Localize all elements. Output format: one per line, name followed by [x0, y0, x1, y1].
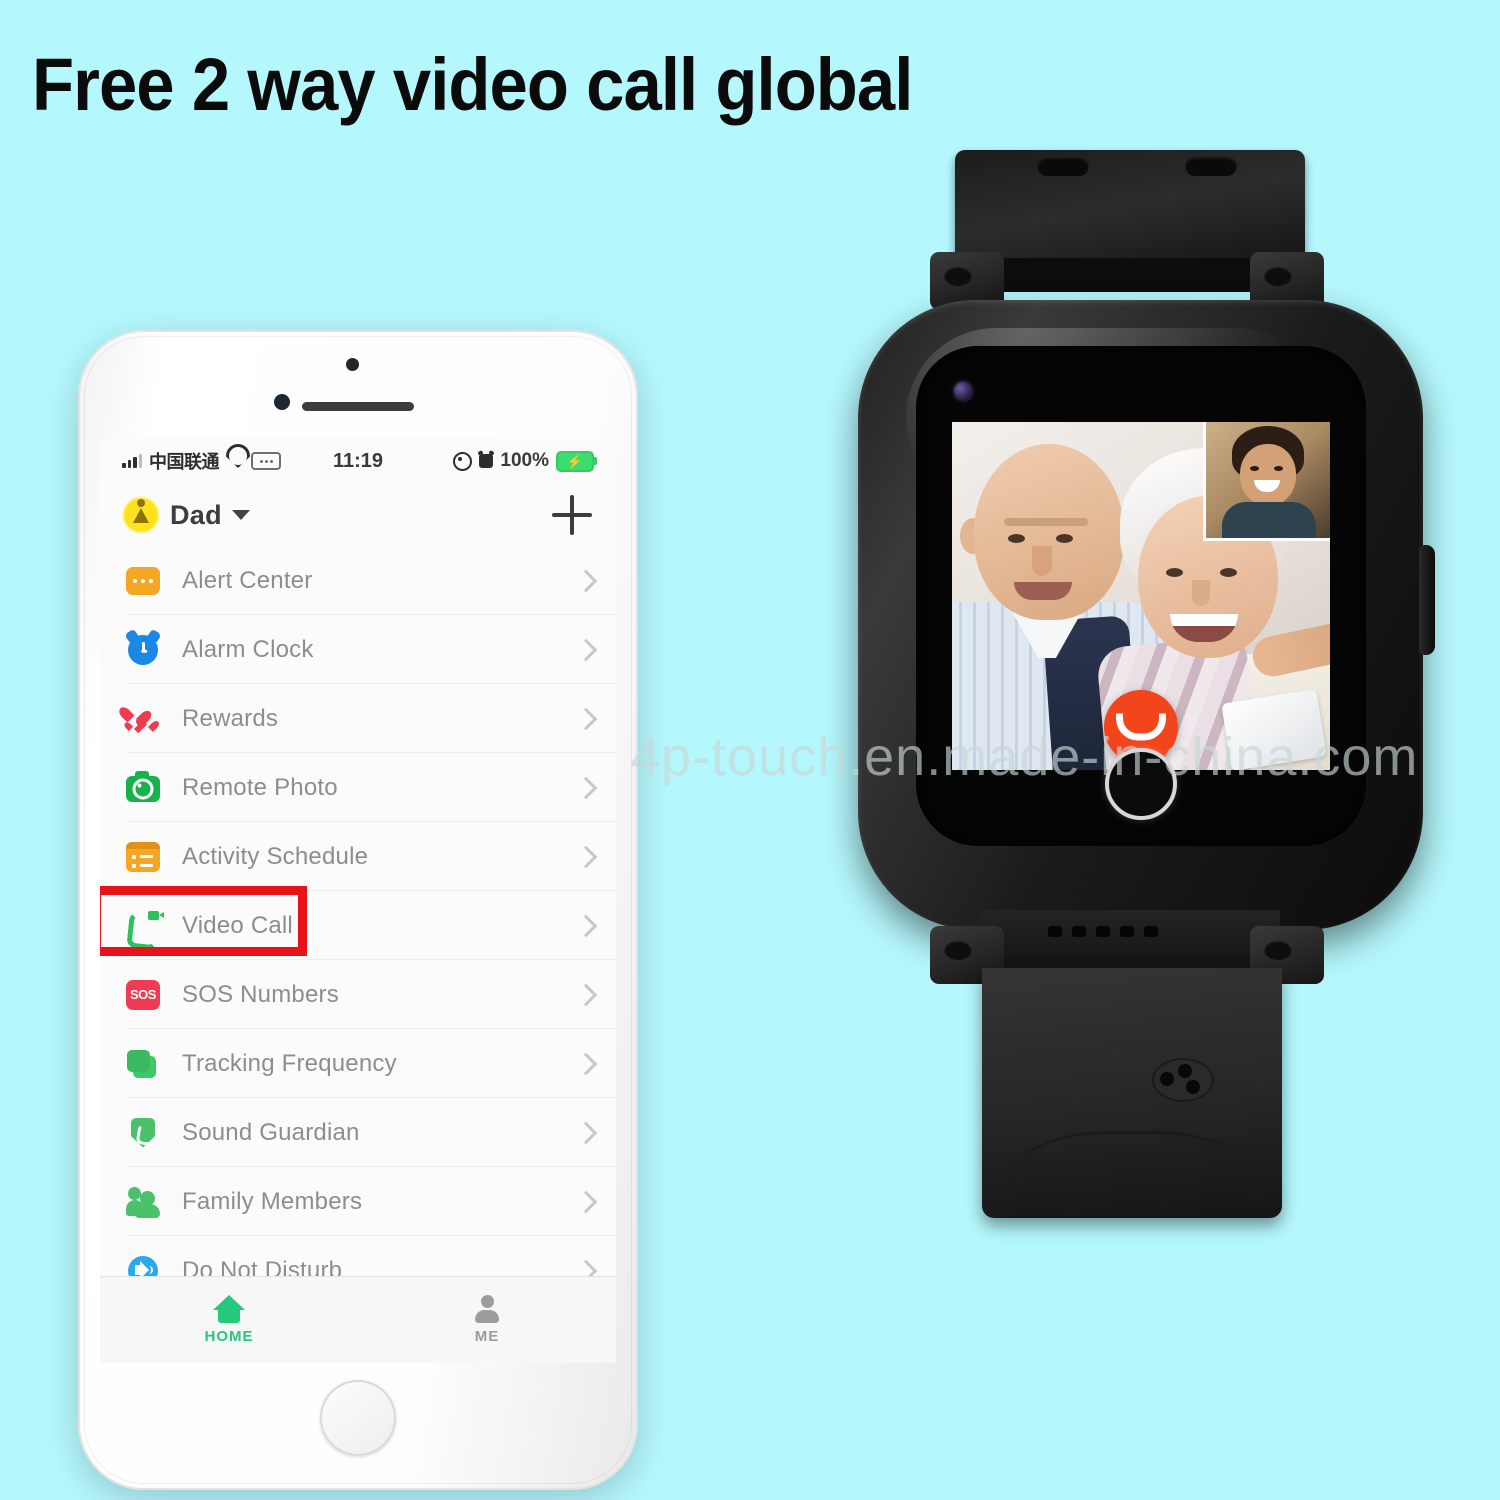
chevron-right-icon	[574, 845, 598, 868]
bottom-tab-bar: HOME ME	[100, 1276, 616, 1363]
menu-item-tracking-frequency[interactable]: Tracking Frequency	[100, 1029, 616, 1098]
menu-item-alarm-clock[interactable]: Alarm Clock	[100, 615, 616, 684]
chevron-right-icon	[574, 569, 598, 592]
battery-percent-label: 100%	[500, 450, 549, 471]
menu-item-label: Rewards	[182, 704, 279, 732]
proximity-sensor-icon	[346, 358, 359, 371]
watch-side-button[interactable]	[1419, 545, 1435, 655]
status-bar-right: 100% ⚡	[453, 450, 597, 472]
menu-item-family-members[interactable]: Family Members	[100, 1167, 616, 1236]
menu-item-rewards[interactable]: Rewards	[100, 684, 616, 753]
earpiece-speaker	[302, 402, 414, 411]
phone-home-button[interactable]	[320, 1380, 396, 1456]
alarm-icon	[479, 454, 494, 468]
stacked-cards-icon	[126, 1047, 160, 1081]
menu-item-alert-center[interactable]: Alert Center	[100, 546, 616, 615]
avatar[interactable]	[124, 498, 158, 532]
menu-item-label: Tracking Frequency	[182, 1049, 397, 1077]
page-title: Free 2 way video call global	[32, 43, 913, 126]
chevron-right-icon	[574, 1190, 598, 1213]
tab-home[interactable]: HOME	[100, 1295, 358, 1345]
calendar-icon	[126, 840, 160, 874]
status-bar: 中国联通 11:19 100% ⚡	[100, 438, 616, 484]
watch-case	[858, 300, 1435, 930]
house-icon	[213, 1295, 245, 1323]
phone-mockup: 中国联通 11:19 100% ⚡ Dad Alert Center Alarm…	[78, 330, 638, 1490]
young-man-photo[interactable]	[1203, 422, 1330, 541]
chevron-right-icon	[574, 983, 598, 1006]
video-call-screen	[952, 422, 1330, 770]
menu-item-remote-photo[interactable]: Remote Photo	[100, 753, 616, 822]
menu-item-label: Alert Center	[182, 566, 313, 594]
watch-band-top-shadow	[962, 258, 1298, 292]
menu-item-activity-schedule[interactable]: Activity Schedule	[100, 822, 616, 891]
watch-home-button[interactable]	[1105, 748, 1177, 820]
watch-band-bottom	[982, 968, 1282, 1218]
band-contour	[1008, 1131, 1256, 1218]
front-camera-icon	[274, 394, 290, 410]
video-call-highlight-box	[100, 886, 307, 956]
watch-camera-icon	[954, 382, 972, 400]
chat-bubble-icon	[126, 564, 160, 598]
chevron-right-icon	[574, 707, 598, 730]
tab-me-label: ME	[474, 1328, 500, 1345]
menu-item-sos-numbers[interactable]: SOS SOS Numbers	[100, 960, 616, 1029]
feature-menu-list: Alert Center Alarm Clock Rewards Remote …	[100, 546, 616, 1305]
person-icon	[473, 1295, 501, 1323]
menu-item-label: Alarm Clock	[182, 635, 314, 663]
menu-item-label: SOS Numbers	[182, 980, 339, 1008]
menu-item-label: Sound Guardian	[182, 1118, 360, 1146]
people-icon	[126, 1185, 160, 1219]
tab-me[interactable]: ME	[358, 1295, 616, 1345]
chevron-right-icon	[574, 1052, 598, 1075]
chevron-right-icon	[574, 638, 598, 661]
menu-item-sound-guardian[interactable]: Sound Guardian	[100, 1098, 616, 1167]
chevron-right-icon	[574, 1121, 598, 1144]
menu-item-label: Activity Schedule	[182, 842, 369, 870]
battery-charging-icon: ⚡	[556, 450, 597, 472]
hearts-icon	[126, 702, 160, 736]
alarm-clock-icon	[126, 633, 160, 667]
charging-contacts-icon	[1152, 1058, 1214, 1102]
chevron-right-icon	[574, 776, 598, 799]
menu-item-label: Remote Photo	[182, 773, 338, 801]
menu-item-video-call[interactable]: Video Call	[100, 886, 616, 960]
watch-bezel	[916, 346, 1366, 846]
phone-screen: 中国联通 11:19 100% ⚡ Dad Alert Center Alarm…	[100, 438, 616, 1363]
sos-icon: SOS	[126, 978, 160, 1012]
band-hole	[1185, 156, 1237, 176]
chevron-down-icon[interactable]	[231, 510, 250, 520]
app-bar: Dad	[100, 484, 616, 546]
add-device-button[interactable]	[552, 495, 592, 535]
band-hole	[1037, 156, 1089, 176]
menu-item-label: Family Members	[182, 1187, 363, 1215]
profile-name-label: Dad	[170, 499, 222, 530]
shield-phone-icon	[126, 1116, 160, 1150]
sos-label: SOS	[126, 979, 160, 1010]
chevron-right-icon	[574, 914, 598, 937]
camera-icon	[126, 770, 160, 805]
location-icon	[453, 451, 473, 471]
smartwatch-mockup	[830, 140, 1450, 1340]
tab-home-label: HOME	[204, 1328, 254, 1345]
